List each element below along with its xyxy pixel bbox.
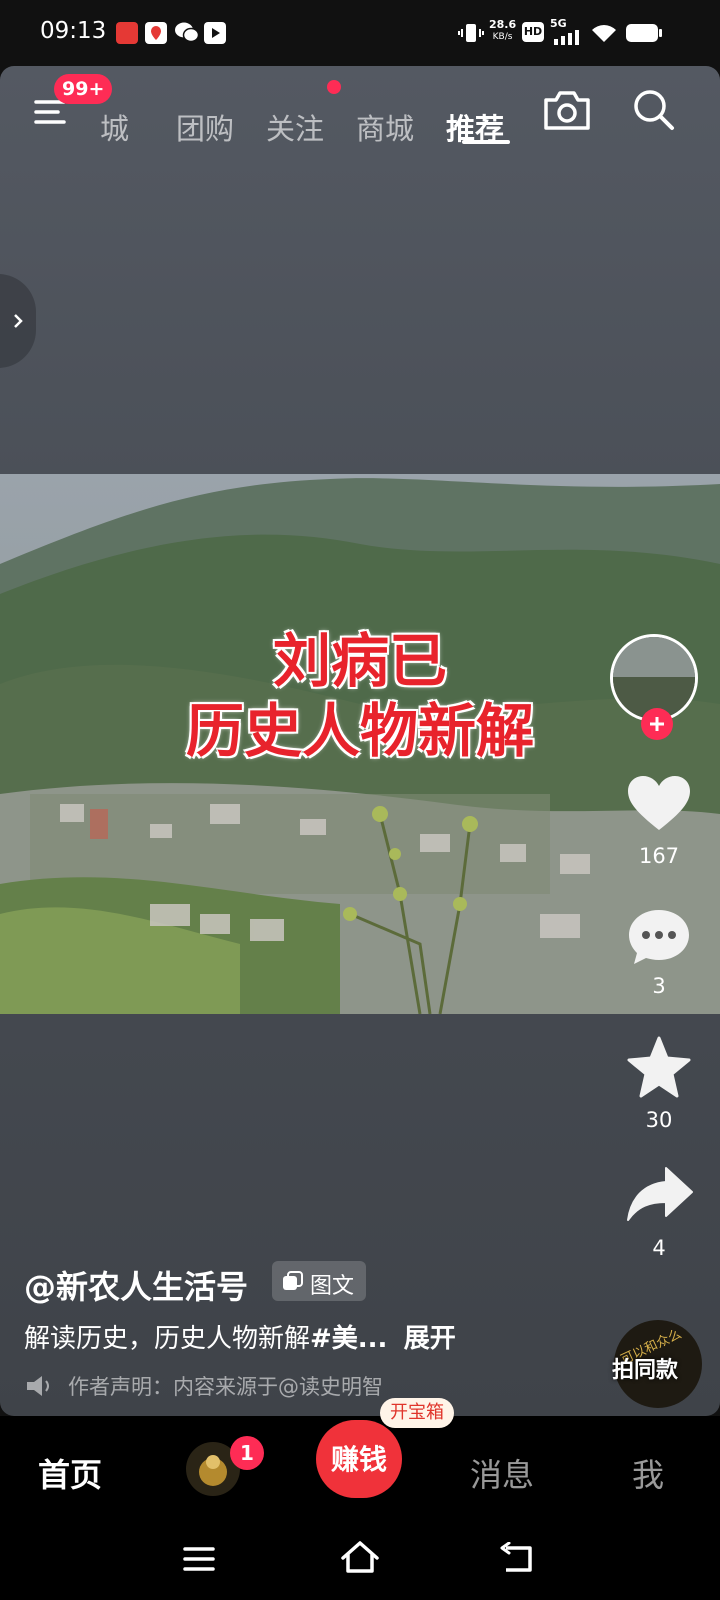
share-count: 4	[652, 1236, 666, 1260]
tab-following[interactable]: 关注	[266, 106, 324, 148]
notification-badge: 99+	[54, 74, 113, 104]
expand-button[interactable]: 展开	[404, 1324, 456, 1354]
recent-apps-icon[interactable]	[182, 1544, 216, 1578]
home-icon[interactable]	[340, 1540, 380, 1578]
wechat-icon	[174, 20, 200, 48]
description-text: 解读历史，历史人物新解	[24, 1324, 311, 1354]
video-overlay-title: 刘病已 历史人物新解	[185, 627, 534, 765]
post-type-badge: 图文	[272, 1261, 366, 1301]
feed-card[interactable]: 99+ 城 团购 关注 商城 推荐 刘病已 历史人物新解 167 3 30 4 …	[0, 66, 720, 1416]
active-tab-indicator	[462, 140, 510, 144]
treasure-chest-badge[interactable]: 开宝箱	[380, 1398, 454, 1428]
wifi-icon	[590, 22, 618, 48]
post-description[interactable]: 解读历史，历史人物新解#美... 展开	[24, 1318, 456, 1355]
same-style-label[interactable]: 拍同款	[612, 1352, 678, 1384]
hd-badge: HD	[522, 22, 544, 42]
share-icon[interactable]	[626, 1166, 694, 1226]
status-time: 09:13	[40, 18, 107, 44]
speaker-icon	[24, 1374, 52, 1402]
battery-icon	[625, 22, 663, 48]
signal-icon	[552, 29, 582, 49]
favorite-star-icon[interactable]	[626, 1036, 692, 1104]
favorite-count: 30	[645, 1108, 673, 1132]
follow-plus-icon[interactable]	[641, 708, 673, 740]
earn-button[interactable]: 赚钱	[316, 1420, 402, 1498]
app-notification-icon	[116, 22, 138, 44]
tab-mall-partial[interactable]: 城	[100, 106, 129, 148]
tab-group-buy[interactable]: 团购	[176, 106, 234, 148]
following-dot	[327, 80, 341, 94]
camera-icon[interactable]	[542, 88, 592, 136]
tab-messages[interactable]: 消息	[470, 1450, 534, 1496]
author-declaration: 作者声明：内容来源于@读史明智	[68, 1375, 383, 1399]
tab-me[interactable]: 我	[632, 1450, 664, 1496]
tab-mall[interactable]: 商城	[356, 106, 414, 148]
tab-home[interactable]: 首页	[38, 1450, 102, 1496]
vibrate-icon	[458, 21, 484, 49]
earn-label: 赚钱	[330, 1443, 387, 1476]
like-icon[interactable]	[626, 774, 692, 838]
like-count: 167	[638, 844, 680, 868]
network-speed: 28.6 KB/s	[489, 18, 517, 43]
search-icon[interactable]	[630, 86, 678, 138]
author-name[interactable]: @新农人生活号	[24, 1262, 248, 1308]
maps-notification-icon	[145, 22, 167, 44]
back-icon[interactable]	[500, 1541, 536, 1578]
video-app-icon	[204, 22, 226, 44]
post-type-label: 图文	[310, 1274, 355, 1299]
friend-badge: 1	[230, 1436, 264, 1470]
comment-count: 3	[652, 974, 666, 998]
comment-icon[interactable]	[626, 906, 692, 972]
side-drawer-handle[interactable]	[0, 274, 36, 368]
hashtag-link[interactable]: #美...	[310, 1324, 387, 1354]
